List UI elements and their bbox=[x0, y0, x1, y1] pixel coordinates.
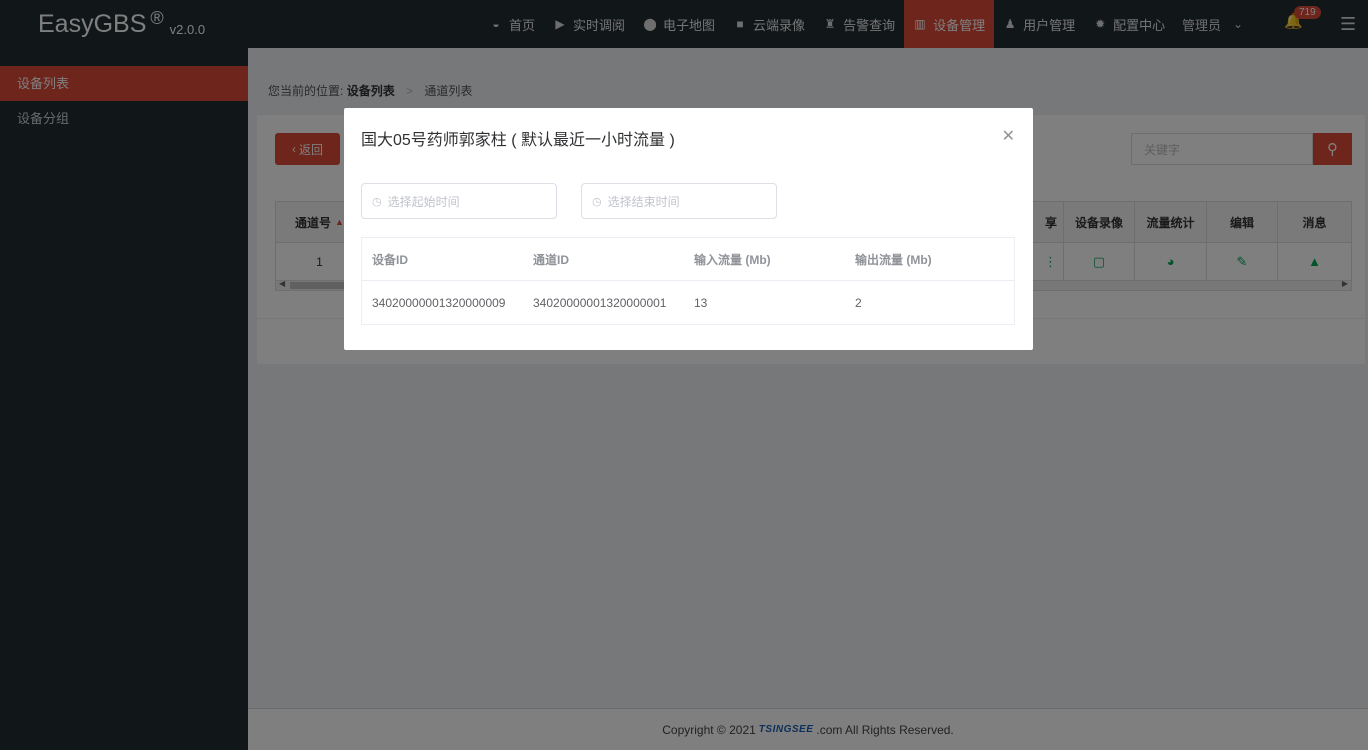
end-time-placeholder: 选择结束时间 bbox=[607, 194, 680, 209]
device-id-cell: 34020000001320000009 bbox=[372, 295, 506, 310]
flow-table-header: 设备ID 通道ID 输入流量 (Mb) 输出流量 (Mb) bbox=[362, 238, 1014, 281]
table-row: 34020000001320000009 3402000000132000000… bbox=[362, 281, 1014, 324]
column-device-id: 设备ID bbox=[372, 252, 409, 267]
close-icon[interactable]: ✕ bbox=[1002, 126, 1015, 146]
output-flow-cell: 2 bbox=[855, 295, 862, 310]
clock-icon: ◷ bbox=[372, 195, 382, 208]
column-output-flow: 输出流量 (Mb) bbox=[855, 252, 932, 267]
start-time-picker[interactable]: ◷ 选择起始时间 bbox=[361, 183, 557, 219]
flow-stats-dialog: 国大05号药师郭家柱 ( 默认最近一小时流量 ) ✕ ◷ 选择起始时间 ◷ 选择结束… bbox=[344, 108, 1033, 350]
clock-icon: ◷ bbox=[592, 195, 602, 208]
column-input-flow: 输入流量 (Mb) bbox=[694, 252, 771, 267]
start-time-placeholder: 选择起始时间 bbox=[387, 194, 460, 209]
channel-id-cell: 34020000001320000001 bbox=[533, 295, 667, 310]
column-channel-id: 通道ID bbox=[533, 252, 570, 267]
flow-table: 设备ID 通道ID 输入流量 (Mb) 输出流量 (Mb) 3402000000… bbox=[361, 237, 1015, 325]
dialog-title: 国大05号药师郭家柱 ( 默认最近一小时流量 ) bbox=[361, 132, 675, 149]
end-time-picker[interactable]: ◷ 选择结束时间 bbox=[581, 183, 777, 219]
input-flow-cell: 13 bbox=[694, 295, 708, 310]
